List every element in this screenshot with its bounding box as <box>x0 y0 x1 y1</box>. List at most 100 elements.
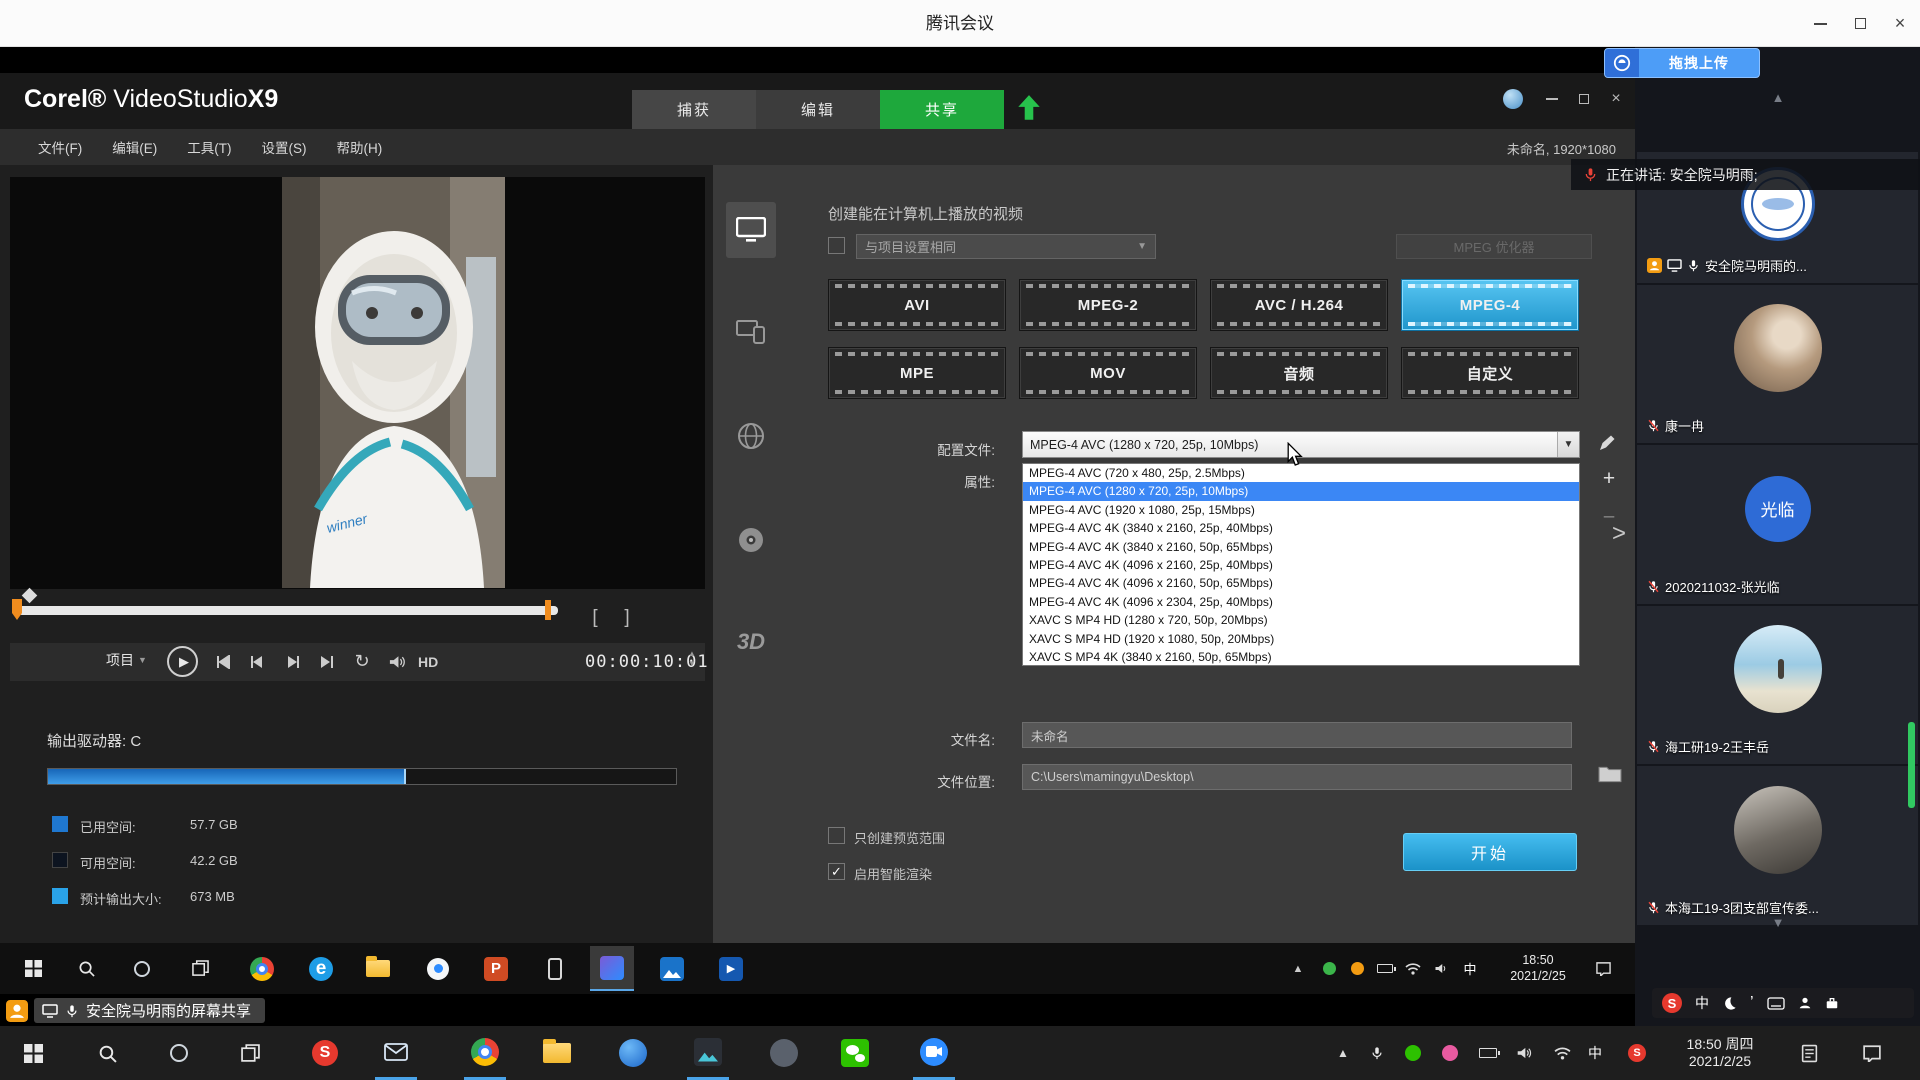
maximize-button[interactable] <box>1840 0 1880 47</box>
profile-option[interactable]: MPEG-4 AVC 4K (4096 x 2304, 25p, 40Mbps) <box>1023 593 1579 611</box>
shared-tray-chevron[interactable]: ▲ <box>1286 943 1310 994</box>
used-space-swatch[interactable] <box>52 816 68 832</box>
host-tray-battery-icon[interactable] <box>1474 1026 1502 1080</box>
participant-tile[interactable]: 本海工19-3团支部宣传委... <box>1637 766 1918 925</box>
host-tray-app-icon[interactable] <box>1436 1026 1464 1080</box>
host-photos-icon[interactable] <box>687 1026 729 1080</box>
host-tray-call-icon[interactable] <box>1399 1026 1427 1080</box>
participant-tile[interactable]: 海工研19-2王丰岳 <box>1637 606 1918 764</box>
3d-target-icon[interactable]: 3D <box>726 616 776 668</box>
same-as-project-checkbox[interactable] <box>828 237 845 254</box>
share-indicator-pill[interactable]: 安全院马明雨的屏幕共享 <box>34 998 265 1023</box>
host-sogou-icon[interactable]: S <box>304 1026 346 1080</box>
keyboard-icon[interactable] <box>1767 997 1785 1010</box>
trim-end-handle[interactable] <box>545 600 551 620</box>
shared-cortana-icon[interactable] <box>124 943 160 994</box>
shared-tray-clock[interactable]: 18:502021/2/25 <box>1492 943 1584 994</box>
host-tray-ime[interactable]: 中 <box>1582 1026 1608 1080</box>
shared-tray-green-icon[interactable] <box>1318 943 1340 994</box>
help-globe-icon[interactable] <box>1500 86 1526 112</box>
tab-edit[interactable]: 编辑 <box>756 90 880 129</box>
punctuation-icon[interactable]: ’ <box>1750 994 1754 1012</box>
host-explorer-icon[interactable] <box>536 1026 578 1080</box>
volume-level-bar[interactable] <box>1908 722 1915 808</box>
mpeg-optimizer-button[interactable]: MPEG 优化器 <box>1396 234 1592 259</box>
profile-option[interactable]: MPEG-4 AVC 4K (4096 x 2160, 25p, 40Mbps) <box>1023 556 1579 574</box>
free-space-swatch[interactable] <box>52 852 68 868</box>
format-mpeg2[interactable]: MPEG-2 <box>1019 279 1197 331</box>
profile-option-highlighted[interactable]: MPEG-4 AVC (1280 x 720, 25p, 10Mbps) <box>1023 482 1579 500</box>
format-avi[interactable]: AVI <box>828 279 1006 331</box>
shared-tray-battery-icon[interactable] <box>1374 943 1396 994</box>
profile-option[interactable]: MPEG-4 AVC 4K (4096 x 2160, 50p, 65Mbps) <box>1023 574 1579 592</box>
format-audio[interactable]: 音频 <box>1210 347 1388 399</box>
profile-option[interactable]: XAVC S MP4 HD (1280 x 720, 50p, 20Mbps) <box>1023 611 1579 629</box>
chevron-down-icon[interactable]: ▼ <box>1557 432 1579 457</box>
shared-tray-ime[interactable]: 中 <box>1458 943 1482 994</box>
fullwidth-moon-icon[interactable] <box>1722 996 1737 1011</box>
shared-taskview-icon[interactable] <box>182 943 218 994</box>
menu-edit[interactable]: 编辑(E) <box>100 133 169 161</box>
menu-file[interactable]: 文件(F) <box>26 133 94 161</box>
sogou-ime-bar[interactable]: S 中 ’ <box>1652 988 1914 1018</box>
shared-videostudio-icon-active[interactable] <box>590 946 634 991</box>
tab-share[interactable]: 共享 <box>880 90 1004 129</box>
timeline-scrubber[interactable] <box>18 606 558 615</box>
participant-tile[interactable]: 光临 2020211032-张光临 <box>1637 445 1918 604</box>
person-icon[interactable] <box>1798 996 1812 1010</box>
edit-profile-icon[interactable] <box>1598 434 1616 457</box>
minimize-button[interactable] <box>1800 0 1840 47</box>
device-target-icon[interactable] <box>726 306 776 358</box>
format-avc-h264[interactable]: AVC / H.264 <box>1210 279 1388 331</box>
menu-help[interactable]: 帮助(H) <box>325 133 395 161</box>
host-meeting-icon[interactable] <box>913 1026 955 1080</box>
host-tray-network-icon[interactable] <box>1548 1026 1576 1080</box>
web-target-icon[interactable] <box>726 410 776 462</box>
format-custom[interactable]: 自定义 <box>1401 347 1579 399</box>
home-button[interactable] <box>212 651 234 673</box>
host-cortana-icon[interactable] <box>158 1026 200 1080</box>
same-as-project-combo[interactable]: 与项目设置相同 ▼ <box>856 234 1156 259</box>
play-button[interactable]: ▶ <box>167 646 198 677</box>
tab-capture[interactable]: 捕获 <box>632 90 756 129</box>
drag-upload-button[interactable]: 拖拽上传 <box>1604 48 1760 78</box>
shared-edge-icon[interactable]: e <box>303 943 339 994</box>
end-button[interactable] <box>316 651 338 673</box>
profile-option[interactable]: MPEG-4 AVC (1920 x 1080, 25p, 15Mbps) <box>1023 501 1579 519</box>
format-mov[interactable]: MOV <box>1019 347 1197 399</box>
host-browser-icon[interactable] <box>612 1026 654 1080</box>
host-tray-mic-icon[interactable] <box>1364 1026 1390 1080</box>
profile-option[interactable]: MPEG-4 AVC 4K (3840 x 2160, 50p, 65Mbps) <box>1023 538 1579 556</box>
host-tray-notes-icon[interactable] <box>1792 1026 1826 1080</box>
host-chrome-icon[interactable] <box>464 1026 506 1080</box>
host-search-icon[interactable] <box>86 1026 128 1080</box>
profile-option[interactable]: XAVC S MP4 4K (3840 x 2160, 50p, 65Mbps) <box>1023 648 1579 666</box>
menu-settings[interactable]: 设置(S) <box>250 133 319 161</box>
repeat-button[interactable]: ↻ <box>350 648 374 674</box>
start-button[interactable]: 开始 <box>1403 833 1577 871</box>
disc-target-icon[interactable] <box>726 514 776 566</box>
computer-target-icon[interactable] <box>726 202 776 258</box>
mark-out-button[interactable]: ] <box>616 604 638 632</box>
upgrade-arrow-icon[interactable] <box>1016 93 1042 128</box>
host-wechat-icon[interactable] <box>834 1026 876 1080</box>
host-tray-chevron[interactable]: ▲ <box>1330 1026 1356 1080</box>
profile-option[interactable]: XAVC S MP4 HD (1920 x 1080, 50p, 20Mbps) <box>1023 630 1579 648</box>
preview-range-checkbox[interactable] <box>828 827 845 844</box>
location-input[interactable]: C:\Users\mamingyu\Desktop\ <box>1022 764 1572 790</box>
hd-toggle[interactable]: HD <box>418 650 438 674</box>
host-tray-sogou-icon[interactable]: S <box>1622 1026 1652 1080</box>
smart-render-checkbox[interactable]: ✓ <box>828 863 845 880</box>
shared-tray-volume-icon[interactable] <box>1430 943 1452 994</box>
trim-start-handle[interactable] <box>10 599 24 626</box>
collapse-panel-button[interactable]: ▲ <box>1760 86 1796 108</box>
remove-profile-icon[interactable]: – <box>1598 506 1620 528</box>
host-tray-clock[interactable]: 18:50 周四2021/2/25 <box>1660 1026 1780 1080</box>
browse-folder-icon[interactable] <box>1598 764 1622 789</box>
shared-photos-icon[interactable] <box>654 943 690 994</box>
shared-notification-icon[interactable] <box>1588 943 1618 994</box>
shared-powerpoint-icon[interactable]: P <box>478 943 514 994</box>
menu-tools[interactable]: 工具(T) <box>175 133 243 161</box>
participant-tile[interactable]: 康一冉 <box>1637 285 1918 443</box>
host-taskview-icon[interactable] <box>229 1026 271 1080</box>
